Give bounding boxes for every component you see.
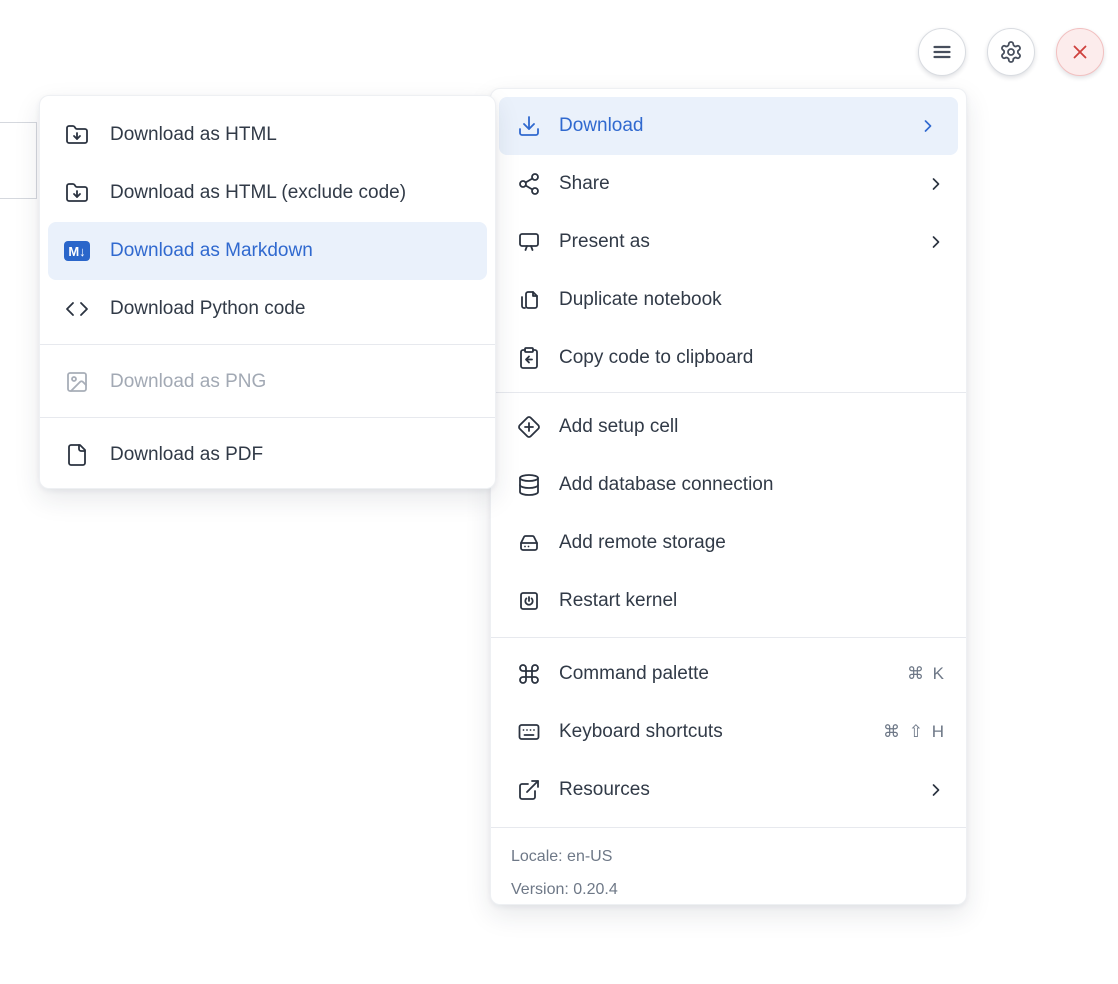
menu-item-keyboard-shortcuts[interactable]: Keyboard shortcuts ⌘ ⇧ H (491, 703, 966, 761)
menu-item-copy-code[interactable]: Copy code to clipboard (491, 329, 966, 387)
notebook-actions-menu: Download Share Present as (490, 88, 967, 905)
chevron-right-icon (926, 780, 946, 800)
power-square-icon (516, 588, 542, 614)
keyboard-icon (516, 719, 542, 745)
menu-item-label: Download as PNG (110, 371, 266, 393)
menu-item-add-setup-cell[interactable]: Add setup cell (491, 398, 966, 456)
menu-item-share[interactable]: Share (491, 155, 966, 213)
share-icon (516, 171, 542, 197)
folder-download-icon (64, 122, 90, 148)
menu-item-label: Restart kernel (559, 590, 677, 612)
submenu-item-download-as-pdf[interactable]: Download as PDF (40, 426, 495, 484)
menu-item-label: Add setup cell (559, 416, 678, 438)
menu-item-label: Add database connection (559, 474, 773, 496)
chevron-right-icon (926, 174, 946, 194)
menu-item-label: Download Python code (110, 298, 305, 320)
menu-item-label: Add remote storage (559, 532, 726, 554)
chevron-right-icon (926, 232, 946, 252)
database-icon (516, 472, 542, 498)
hard-drive-icon (516, 530, 542, 556)
locale-text: Locale: en-US (511, 840, 946, 873)
markdown-badge-text: M↓ (64, 241, 90, 261)
menu-item-label: Keyboard shortcuts (559, 721, 723, 743)
clipboard-arrow-icon (516, 345, 542, 371)
menu-item-resources[interactable]: Resources (491, 761, 966, 819)
shortcut-hint: ⌘ ⇧ H (883, 722, 946, 742)
menu-item-label: Download (559, 115, 644, 137)
menu-separator (40, 344, 495, 345)
download-submenu: Download as HTML Download as HTML (exclu… (39, 95, 496, 489)
menu-footer: Locale: en-US Version: 0.20.4 (491, 828, 966, 906)
file-icon (64, 442, 90, 468)
version-text: Version: 0.20.4 (511, 873, 946, 906)
menu-item-restart-kernel[interactable]: Restart kernel (491, 572, 966, 630)
menu-item-add-remote-storage[interactable]: Add remote storage (491, 514, 966, 572)
menu-item-label: Download as HTML (exclude code) (110, 182, 406, 204)
presentation-icon (516, 229, 542, 255)
menu-item-add-database-connection[interactable]: Add database connection (491, 456, 966, 514)
app-background: Download Share Present as (0, 0, 1118, 984)
markdown-badge-icon: M↓ (64, 238, 90, 264)
gear-icon (999, 40, 1023, 64)
menu-separator (40, 417, 495, 418)
command-icon (516, 661, 542, 687)
menu-item-label: Command palette (559, 663, 709, 685)
diamond-plus-icon (516, 414, 542, 440)
hamburger-icon (930, 40, 954, 64)
menu-item-label: Download as Markdown (110, 240, 313, 262)
close-x-icon (1069, 41, 1091, 63)
duplicate-icon (516, 287, 542, 313)
topbar (918, 28, 1104, 76)
menu-separator (491, 637, 966, 638)
external-link-icon (516, 777, 542, 803)
code-icon (64, 296, 90, 322)
settings-button[interactable] (987, 28, 1035, 76)
menu-item-duplicate-notebook[interactable]: Duplicate notebook (491, 271, 966, 329)
image-icon (64, 369, 90, 395)
submenu-item-download-as-html[interactable]: Download as HTML (40, 106, 495, 164)
shortcut-hint: ⌘ K (907, 664, 946, 684)
menu-item-download[interactable]: Download (499, 97, 958, 155)
submenu-item-download-as-markdown[interactable]: M↓ Download as Markdown (48, 222, 487, 280)
menu-item-label: Resources (559, 779, 650, 801)
submenu-item-download-python-code[interactable]: Download Python code (40, 280, 495, 338)
menu-item-label: Share (559, 173, 610, 195)
background-cell-outline (0, 122, 37, 199)
menu-item-label: Duplicate notebook (559, 289, 722, 311)
shutdown-button[interactable] (1056, 28, 1104, 76)
download-icon (516, 113, 542, 139)
menu-item-label: Copy code to clipboard (559, 347, 753, 369)
menu-item-command-palette[interactable]: Command palette ⌘ K (491, 645, 966, 703)
menu-item-label: Download as HTML (110, 124, 277, 146)
menu-item-label: Download as PDF (110, 444, 263, 466)
chevron-right-icon (918, 116, 938, 136)
menu-separator (491, 392, 966, 393)
notebook-menu-button[interactable] (918, 28, 966, 76)
folder-download-icon (64, 180, 90, 206)
menu-item-present-as[interactable]: Present as (491, 213, 966, 271)
submenu-item-download-as-png[interactable]: Download as PNG (40, 353, 495, 411)
menu-item-label: Present as (559, 231, 650, 253)
submenu-item-download-as-html-exclude-code[interactable]: Download as HTML (exclude code) (40, 164, 495, 222)
